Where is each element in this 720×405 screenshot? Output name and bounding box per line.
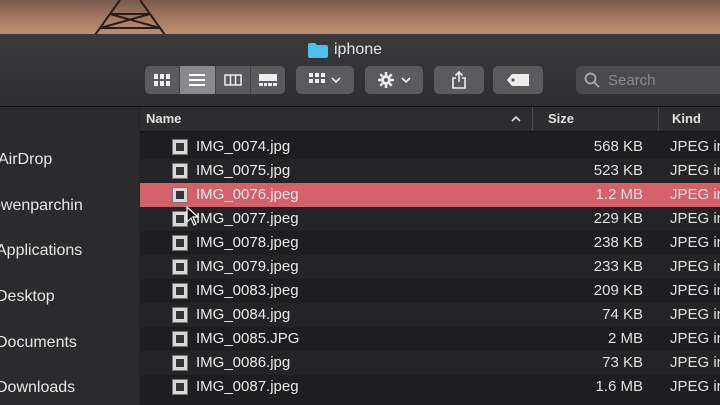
view-mode-control[interactable] [145,66,285,94]
file-name: IMG_0074.jpg [196,138,291,155]
file-name: IMG_0087.jpeg [196,378,299,395]
file-row[interactable]: IMG_0087.jpeg 1.6 MB JPEG in [140,375,720,399]
file-size: 74 KB [602,306,643,323]
file-row[interactable]: IMG_0074.jpg 568 KB JPEG in [140,135,720,159]
file-name: IMG_0083.jpeg [196,282,299,299]
column-header: Name Size Kind [140,107,720,132]
file-size: 233 KB [593,258,643,275]
kind-column-header[interactable]: Kind [672,111,701,127]
column-divider[interactable] [658,107,659,131]
file-kind: JPEG in [670,378,720,395]
file-name: IMG_0079.jpeg [196,258,299,275]
window-title-text: iphone [334,41,383,58]
sidebar-item-documents[interactable]: Documents [0,334,77,352]
file-row[interactable]: IMG_0079.jpeg 233 KB JPEG in [140,255,720,279]
image-thumbnail-icon [172,331,188,347]
file-name: IMG_0084.jpg [196,306,291,323]
grid-icon [154,74,171,86]
file-size: 568 KB [593,138,643,155]
finder-window: iphone Search AirDrop owenparchin Applic… [0,34,720,405]
file-size: 73 KB [602,354,643,371]
sidebar-item-desktop[interactable]: Desktop [0,288,55,306]
column-divider[interactable] [532,107,533,131]
tag-icon [507,74,529,86]
file-kind: JPEG in [670,330,720,347]
search-input[interactable] [606,70,720,90]
image-thumbnail-icon [172,355,188,371]
file-kind: JPEG in [670,138,720,155]
gear-icon [378,72,394,88]
image-thumbnail-icon [172,379,188,395]
list-icon [189,74,206,86]
file-kind: JPEG in [670,210,720,227]
file-name: IMG_0085.JPG [196,330,300,347]
list-view-button[interactable] [180,66,216,94]
file-row[interactable]: IMG_0075.jpg 523 KB JPEG in [140,159,720,183]
columns-icon [223,74,242,86]
file-row[interactable]: IMG_0077.jpeg 229 KB JPEG in [140,207,720,231]
gallery-icon [258,74,277,86]
file-name: IMG_0086.jpg [196,354,291,371]
sort-ascending-icon[interactable] [511,115,521,122]
window-title: iphone [308,40,382,60]
share-button[interactable] [434,66,484,94]
file-row[interactable]: IMG_0085.JPG 2 MB JPEG in [140,327,720,351]
file-size: 209 KB [593,282,643,299]
file-kind: JPEG in [670,258,720,275]
image-thumbnail-icon [172,307,188,323]
file-size: 2 MB [607,330,643,347]
file-size: 238 KB [593,234,643,251]
file-list: Name Size Kind IMG_0074.jpg 568 KB JPEG … [140,107,720,405]
sidebar: AirDrop owenparchin Applications Desktop… [0,107,139,405]
sidebar-item-applications[interactable]: Applications [0,242,82,260]
image-thumbnail-icon [172,259,188,275]
image-thumbnail-icon [172,139,188,155]
file-kind: JPEG in [670,162,720,179]
file-row[interactable]: IMG_0086.jpg 73 KB JPEG in [140,351,720,375]
file-name: IMG_0075.jpg [196,162,291,179]
file-size: 1.6 MB [595,378,643,395]
file-kind: JPEG in [670,354,720,371]
file-row[interactable]: IMG_0078.jpeg 238 KB JPEG in [140,231,720,255]
share-icon [452,71,466,89]
group-grid-icon [309,73,325,83]
file-name: IMG_0076.jpeg [196,186,299,203]
chevron-down-icon [401,77,411,84]
name-column-header[interactable]: Name [146,111,181,127]
group-by-button[interactable] [296,66,354,94]
file-size: 1.2 MB [595,186,643,203]
image-thumbnail-icon [172,163,188,179]
sidebar-item-downloads[interactable]: Downloads [0,379,75,397]
file-row[interactable]: IMG_0083.jpeg 209 KB JPEG in [140,279,720,303]
file-size: 229 KB [593,210,643,227]
chevron-down-icon [331,77,341,84]
search-icon [584,72,600,88]
image-thumbnail-icon [172,235,188,251]
image-thumbnail-icon [172,283,188,299]
file-kind: JPEG in [670,186,720,203]
file-kind: JPEG in [670,306,720,323]
action-menu-button[interactable] [365,66,423,94]
mouse-pointer-icon [186,206,200,226]
file-name: IMG_0078.jpeg [196,234,299,251]
gallery-view-button[interactable] [251,66,285,94]
icon-view-button[interactable] [145,66,181,94]
column-view-button[interactable] [216,66,251,94]
sidebar-item-home[interactable]: owenparchin [0,197,83,215]
file-size: 523 KB [593,162,643,179]
file-kind: JPEG in [670,282,720,299]
file-name: IMG_0077.jpeg [196,210,299,227]
edit-tags-button[interactable] [493,66,543,94]
toolbar: iphone [0,34,720,107]
folder-icon [308,42,328,58]
size-column-header[interactable]: Size [548,111,574,127]
file-row[interactable]: IMG_0084.jpg 74 KB JPEG in [140,303,720,327]
file-kind: JPEG in [670,234,720,251]
sidebar-item-airdrop[interactable]: AirDrop [0,151,52,169]
file-row-selected[interactable]: IMG_0076.jpeg 1.2 MB JPEG in [140,183,720,207]
search-field[interactable] [576,66,720,94]
image-thumbnail-icon [172,187,188,203]
